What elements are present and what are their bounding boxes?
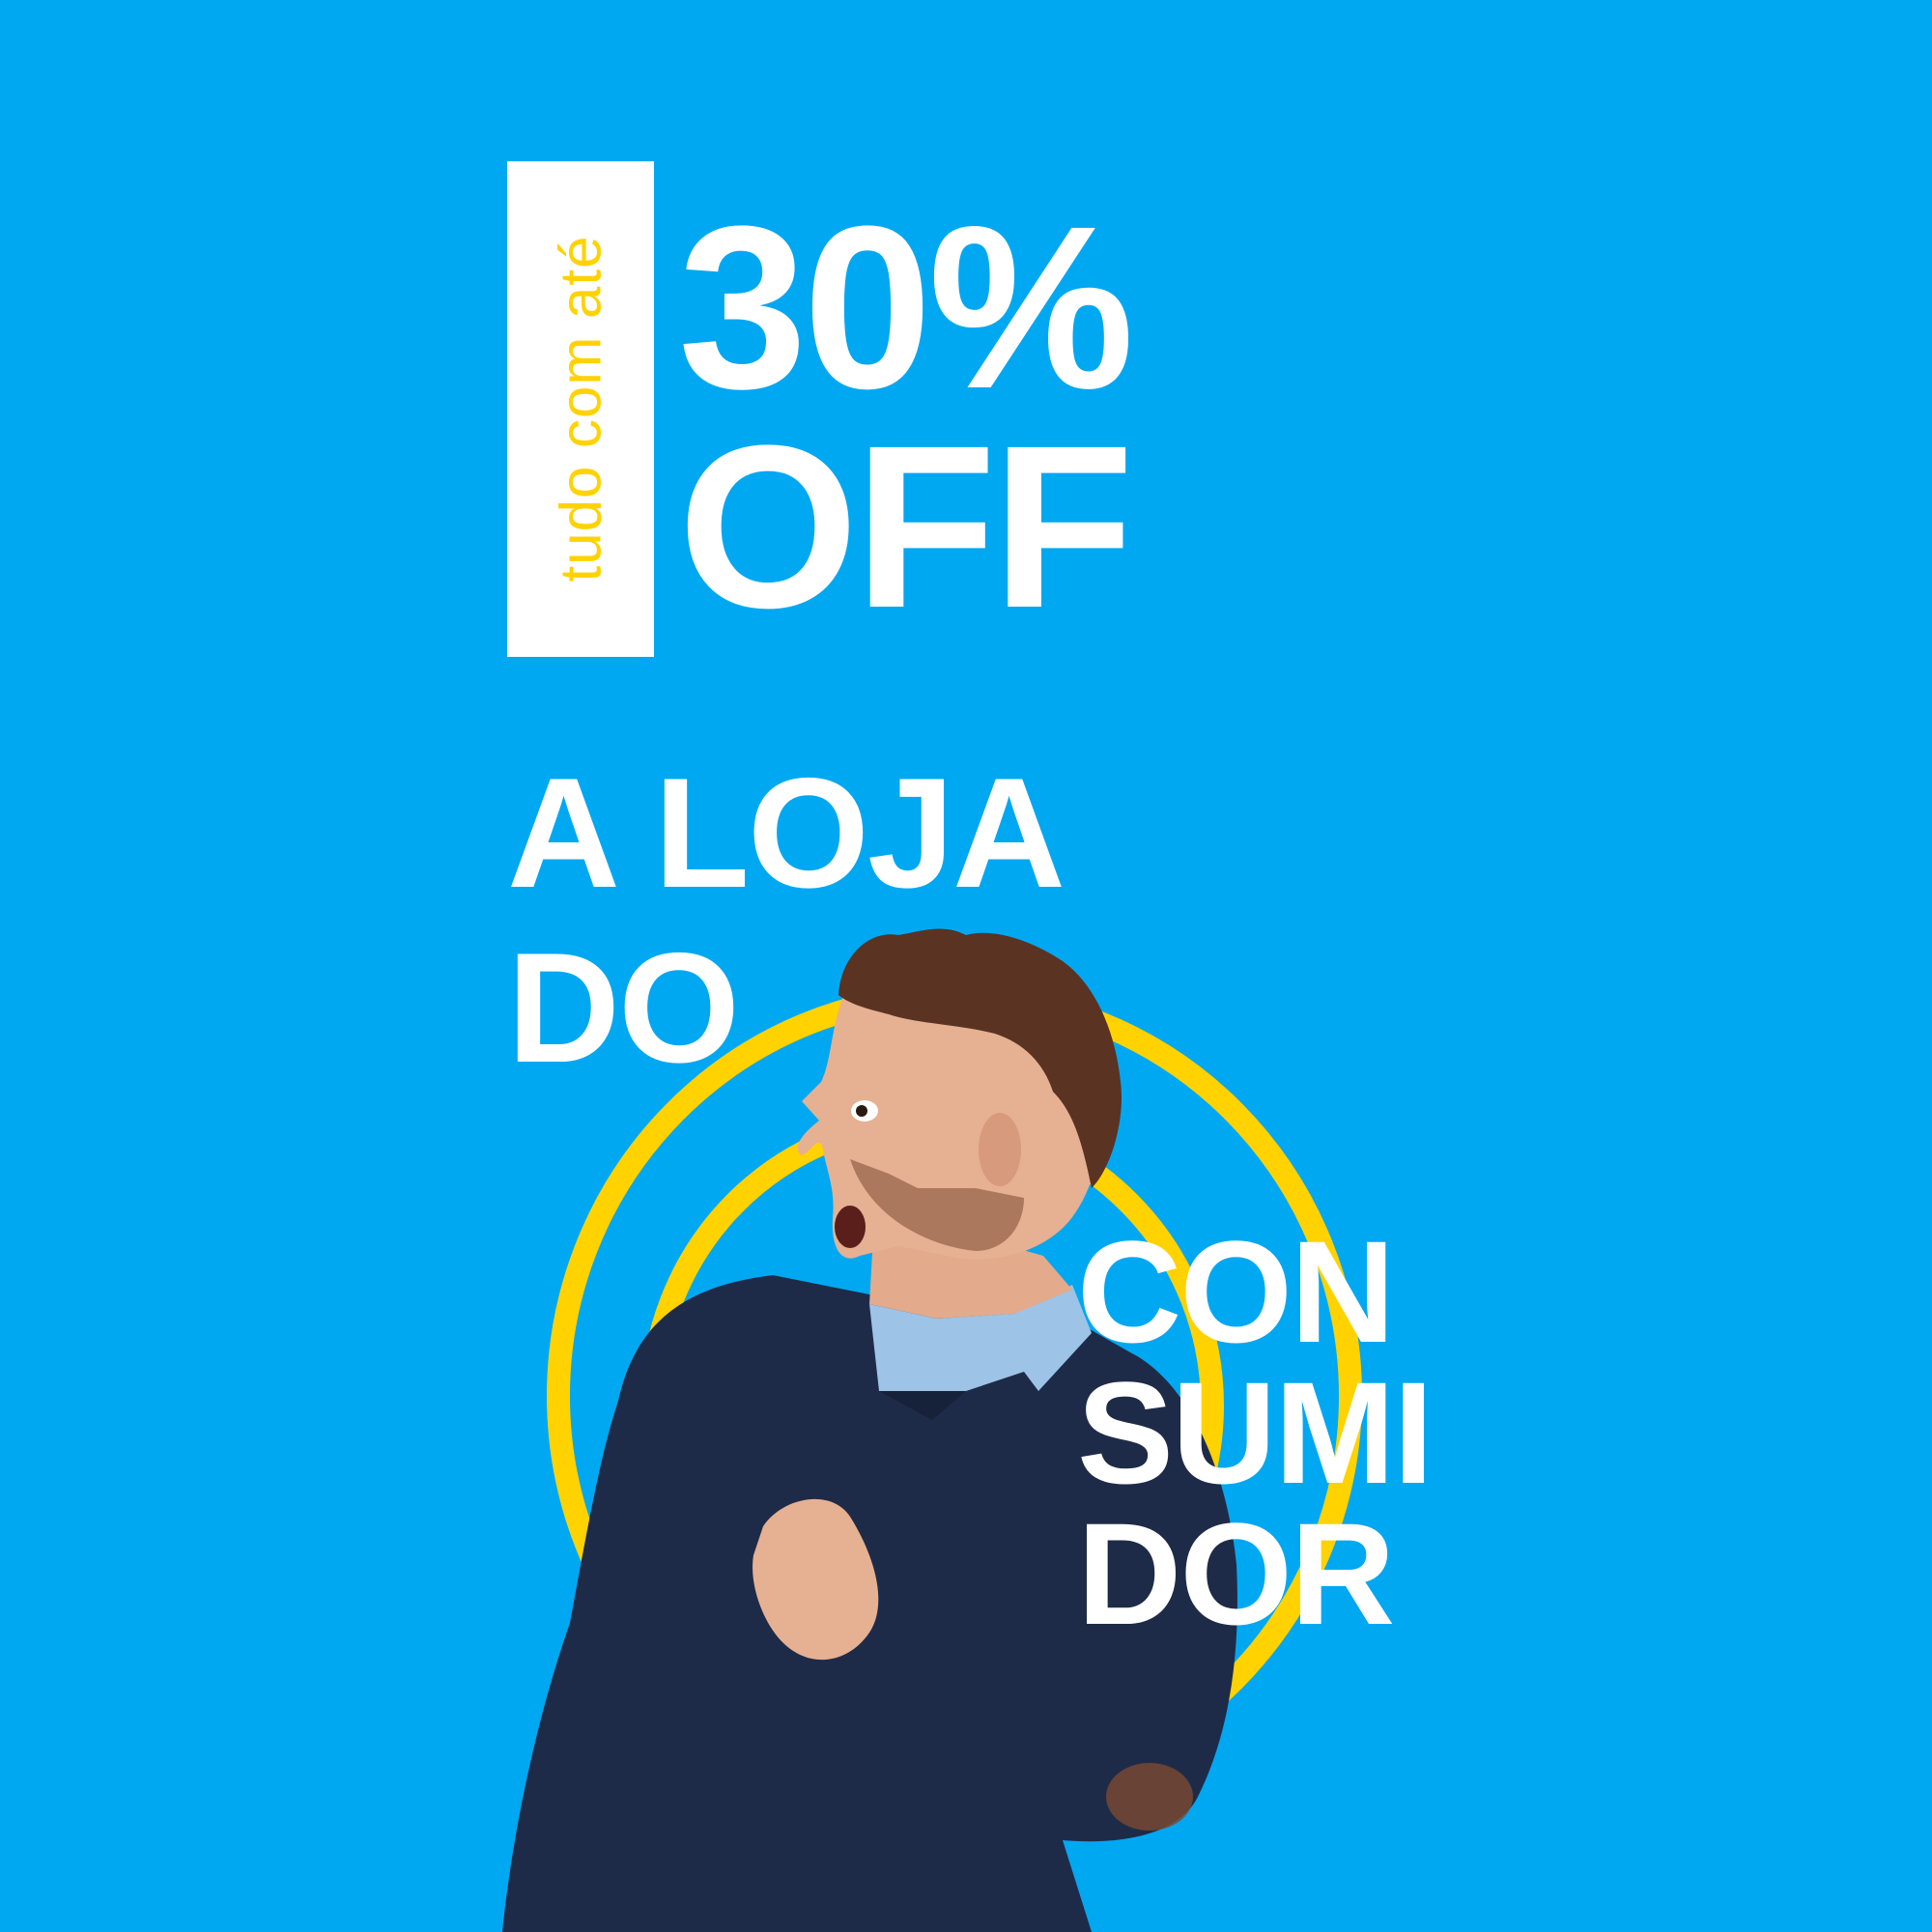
- pupil: [856, 1105, 867, 1117]
- elbow-patch: [1106, 1763, 1193, 1831]
- surprised-man-image: [502, 928, 1237, 1932]
- promo-banner: tudo com até 30% OFF A LOJA DO CON SUMI …: [0, 0, 1932, 1932]
- headline-word-part-3: DOR: [1077, 1492, 1395, 1655]
- headline-word-part-1: CON: [1077, 1210, 1395, 1373]
- ear: [979, 1113, 1021, 1186]
- mouth: [835, 1206, 866, 1248]
- headline-word-part-2: SUMI: [1077, 1351, 1434, 1514]
